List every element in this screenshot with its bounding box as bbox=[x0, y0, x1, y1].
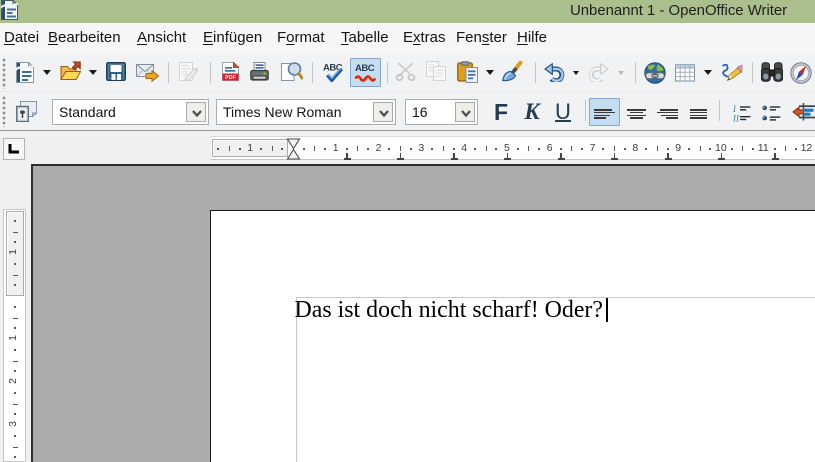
svg-text:PDF: PDF bbox=[225, 75, 236, 81]
svg-text:II: II bbox=[733, 113, 740, 122]
svg-text:ABC: ABC bbox=[355, 63, 375, 74]
